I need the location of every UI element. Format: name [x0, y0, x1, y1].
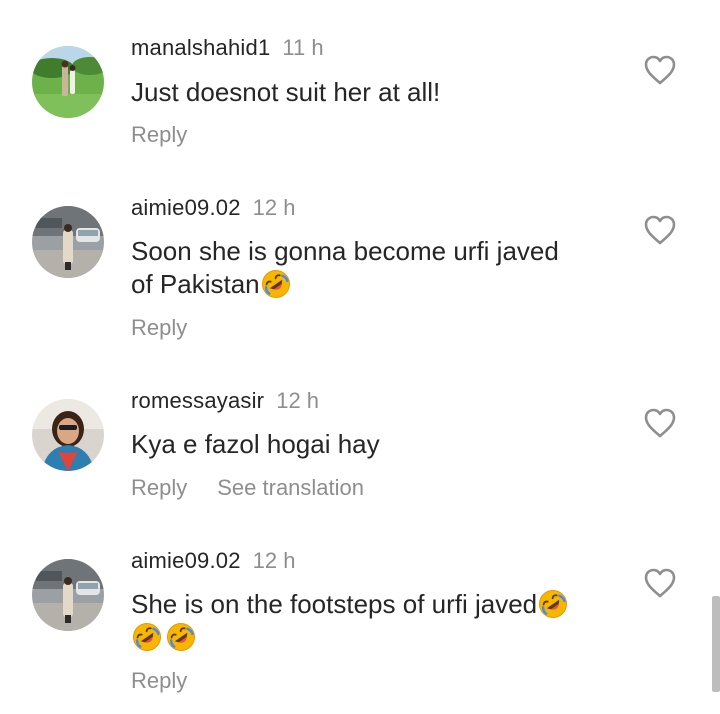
reply-button[interactable]: Reply [131, 122, 187, 147]
comment-meta: aimie09.02 12 h [131, 548, 295, 574]
comment-text-line: Soon she is gonna become urfi javed [131, 236, 559, 266]
comment-text: She is on the footsteps of urfi javed [131, 588, 631, 621]
reply-button[interactable]: Reply [131, 668, 187, 693]
reply-button[interactable]: Reply [131, 315, 187, 340]
heart-outline-icon[interactable] [643, 54, 677, 86]
avatar[interactable] [32, 46, 104, 118]
comment-actions: Reply [131, 122, 187, 148]
heart-outline-icon[interactable] [643, 214, 677, 246]
comment-text: Kya e fazol hogai hay [131, 429, 380, 459]
avatar[interactable] [32, 399, 104, 471]
comment-actions: Reply [131, 668, 187, 694]
username[interactable]: aimie09.02 [131, 195, 241, 220]
timestamp: 12 h [252, 548, 296, 573]
comment-text-fragment: of Pakistan [131, 269, 260, 299]
username[interactable]: aimie09.02 [131, 548, 241, 573]
timestamp: 12 h [252, 195, 296, 220]
comment-text: Just doesnot suit her at all! [131, 77, 441, 107]
rolling-on-floor-laughing-emoji [261, 269, 291, 299]
comment-actions: Reply [131, 315, 187, 341]
avatar[interactable] [32, 206, 104, 278]
comment-text: Soon she is gonna become urfi javed of P… [131, 235, 631, 301]
see-translation-button[interactable]: See translation [217, 475, 364, 500]
comment-text-fragment: She is on the footsteps of urfi javed [131, 589, 538, 619]
comment-meta: romessayasir 12 h [131, 388, 319, 414]
timestamp: 11 h [282, 35, 324, 60]
emoji-row [131, 622, 196, 652]
heart-outline-icon[interactable] [643, 407, 677, 439]
comment-text-line: of Pakistan [131, 268, 631, 301]
timestamp: 12 h [276, 388, 320, 413]
reply-button[interactable]: Reply [131, 475, 187, 500]
comment-meta: manalshahid1 11 h [131, 35, 324, 61]
scrollbar-thumb[interactable] [712, 596, 720, 692]
username[interactable]: manalshahid1 [131, 35, 270, 60]
username[interactable]: romessayasir [131, 388, 264, 413]
heart-outline-icon[interactable] [643, 567, 677, 599]
comment-actions: Reply See translation [131, 475, 364, 501]
rolling-on-floor-laughing-emoji [132, 622, 162, 652]
rolling-on-floor-laughing-emoji [166, 622, 196, 652]
avatar[interactable] [32, 559, 104, 631]
rolling-on-floor-laughing-emoji [538, 589, 568, 619]
comment-meta: aimie09.02 12 h [131, 195, 295, 221]
